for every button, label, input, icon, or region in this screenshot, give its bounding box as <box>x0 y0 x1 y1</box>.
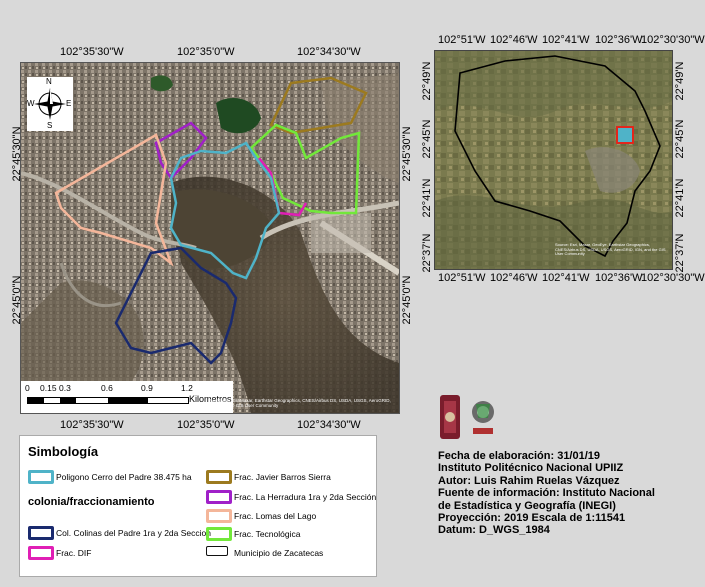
map-info-block: Fecha de elaboración: 31/01/19 Instituto… <box>438 450 655 537</box>
inset-right-coord-2: 22°45'N <box>674 119 686 159</box>
info-autor: Autor: Luis Rahim Ruelas Vázquez <box>438 474 620 487</box>
compass-s: S <box>47 121 53 130</box>
legend-swatch-dif <box>28 546 54 560</box>
inset-top-coord-3: 102°41'W <box>542 34 590 46</box>
legend-label-municipio: Municipio de Zacatecas <box>234 548 324 558</box>
legend-swatch-la-herradura <box>206 490 232 504</box>
legend-swatch-colinas-del-padre <box>28 526 54 540</box>
inset-left-coord-2: 22°45'N <box>421 119 433 159</box>
compass-e: E <box>66 99 72 108</box>
scale-tick-5: 1.2 <box>181 383 193 393</box>
main-right-coord-2: 22°45'0"N <box>401 275 413 325</box>
legend-panel: Simbología colonia/fraccionamiento Polig… <box>19 435 377 577</box>
scale-bar-segments <box>27 397 189 404</box>
main-map-attribution: Zacatecas, EsriMaxar, Earthstar Geograph… <box>209 398 391 408</box>
inset-bottom-coord-4: 102°36'W <box>595 272 643 284</box>
inset-map[interactable]: Source: Esri, Maxar, GeoEye, Earthstar G… <box>434 50 673 270</box>
inset-bottom-coord-3: 102°41'W <box>542 272 590 284</box>
legend-label-javier-barros-sierra: Frac. Javier Barros Sierra <box>234 472 331 482</box>
legend-label-lomas-del-lago: Frac. Lomas del Lago <box>234 511 317 521</box>
info-institucion: Instituto Politécnico Nacional UPIIZ <box>438 462 624 475</box>
inset-left-coord-3: 22°41'N <box>421 178 433 218</box>
info-fuente-2: de Estadística y Geografía (INEGI) <box>438 499 616 512</box>
main-right-coord-1: 22°45'30"N <box>401 126 413 182</box>
legend-swatch-tecnologica <box>206 527 232 541</box>
main-bottom-coord-3: 102°34'30"W <box>297 419 361 431</box>
ipn-logo <box>438 393 462 443</box>
main-map-imagery <box>21 63 399 413</box>
main-top-coord-1: 102°35'30"W <box>60 46 124 58</box>
legend-title: Simbología <box>28 444 99 459</box>
legend-label-la-herradura: Frac. La Herradura 1ra y 2da Sección <box>234 492 377 502</box>
legend-label-cerro-del-padre: Poligono Cerro del Padre 38.475 ha <box>56 472 192 482</box>
inset-right-coord-3: 22°41'N <box>674 178 686 218</box>
inset-bottom-coord-2: 102°46'W <box>490 272 538 284</box>
scale-tick-0: 0 <box>25 383 30 393</box>
info-fuente-1: Fuente de información: Instituto Naciona… <box>438 487 655 500</box>
legend-label-tecnologica: Frac. Tecnológica <box>234 529 301 539</box>
upiiz-logo <box>468 396 498 440</box>
info-fecha: Fecha de elaboración: 31/01/19 <box>438 450 601 462</box>
inset-top-coord-4: 102°36'W <box>595 34 643 46</box>
legend-label-colinas-del-padre: Col. Colinas del Padre 1ra y 2da Seccion <box>56 528 211 538</box>
inset-top-coord-2: 102°46'W <box>490 34 538 46</box>
main-bottom-coord-1: 102°35'30"W <box>60 419 124 431</box>
compass-w: W <box>27 99 35 108</box>
legend-swatch-municipio <box>206 546 228 556</box>
scale-tick-2: 0.3 <box>59 383 71 393</box>
inset-map-attribution: Source: Esri, Maxar, GeoEye, Earthstar G… <box>555 242 666 256</box>
scale-tick-4: 0.9 <box>141 383 153 393</box>
legend-swatch-lomas-del-lago <box>206 509 232 523</box>
info-proyeccion: Proyección: 2019 Escala de 1:11541 <box>438 512 626 525</box>
inset-right-coord-4: 22°37'N <box>674 233 686 273</box>
inset-map-imagery <box>435 51 672 269</box>
scale-bar: 0 0.15 0.3 0.6 0.9 1.2 Kilometros <box>21 381 233 413</box>
info-datum: Datum: D_WGS_1984 <box>438 524 550 537</box>
inset-bottom-coord-5: 102°30'30"W <box>641 272 705 284</box>
inset-top-coord-1: 102°51'W <box>438 34 486 46</box>
legend-subtitle: colonia/fraccionamiento <box>28 496 155 508</box>
compass-n: N <box>46 77 52 86</box>
scale-tick-1: 0.15 <box>40 383 57 393</box>
inset-right-coord-1: 22°49'N <box>674 61 686 101</box>
legend-label-dif: Frac. DIF <box>56 548 92 558</box>
legend-swatch-javier-barros-sierra <box>206 470 232 484</box>
main-bottom-coord-2: 102°35'0"W <box>177 419 235 431</box>
inset-bottom-coord-1: 102°51'W <box>438 272 486 284</box>
inset-left-coord-1: 22°49'N <box>421 61 433 101</box>
study-area-marker <box>616 126 634 144</box>
main-top-coord-3: 102°34'30"W <box>297 46 361 58</box>
inset-left-coord-4: 22°37'N <box>421 233 433 273</box>
main-top-coord-2: 102°35'0"W <box>177 46 235 58</box>
inset-top-coord-5: 102°30'30"W <box>641 34 705 46</box>
north-arrow-compass: N S E W <box>27 77 73 131</box>
legend-swatch-cerro-del-padre <box>28 470 54 484</box>
main-map[interactable]: N S E W 0 0.15 0.3 0.6 0.9 1.2 Kilometro… <box>20 62 400 414</box>
scale-tick-3: 0.6 <box>101 383 113 393</box>
